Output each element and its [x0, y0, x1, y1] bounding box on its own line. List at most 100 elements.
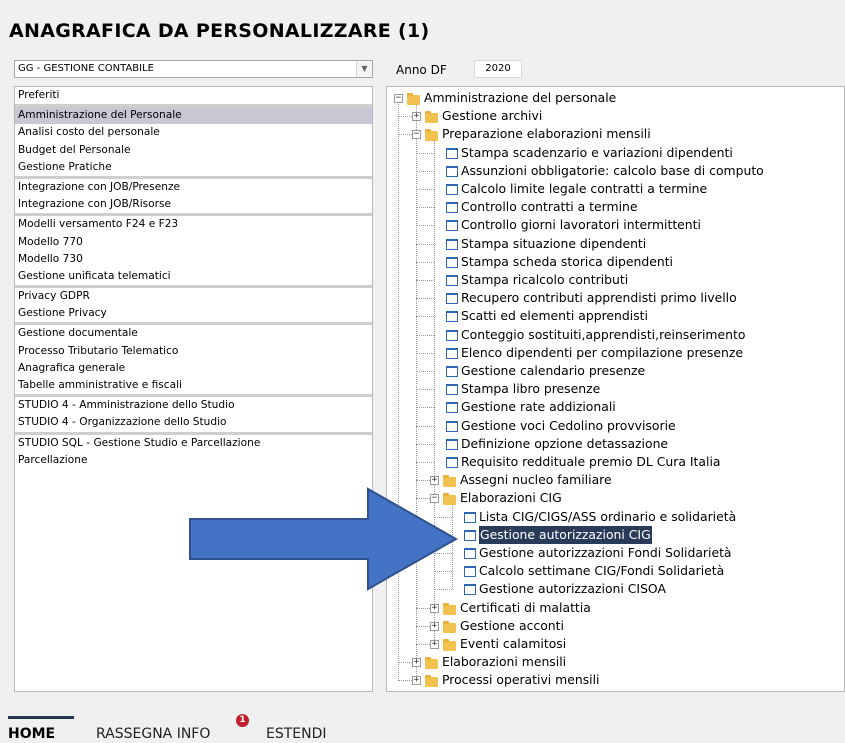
tree-folder-item[interactable]: Amministrazione del personale: [424, 89, 616, 107]
tree-menu-item[interactable]: Gestione autorizzazioni CIG: [479, 525, 652, 544]
tree-guide-line: [416, 207, 434, 209]
module-list-item[interactable]: STUDIO SQL - Gestione Studio e Parcellaz…: [15, 435, 372, 452]
tab-estendi[interactable]: ESTENDI: [266, 726, 327, 742]
tree-menu-item[interactable]: Controllo giorni lavoratori intermittent…: [461, 216, 701, 234]
tree-menu-item[interactable]: Stampa ricalcolo contributi: [461, 271, 628, 289]
tree-menu-item[interactable]: Scatti ed elementi apprendisti: [461, 307, 648, 325]
chevron-down-icon[interactable]: ▼: [356, 61, 372, 77]
folder-icon: [425, 675, 438, 688]
module-list-item[interactable]: Analisi costo del personale: [15, 124, 372, 141]
document-icon: [446, 457, 458, 468]
module-list-item[interactable]: Gestione unificata telematici: [15, 268, 372, 289]
module-list-item[interactable]: Gestione Pratiche: [15, 159, 372, 179]
module-list-item[interactable]: STUDIO 4 - Amministrazione dello Studio: [15, 397, 372, 414]
tree-guide-line: [416, 225, 434, 227]
tree-menu-item[interactable]: Recupero contributi apprendisti primo li…: [461, 289, 737, 307]
anno-df-field[interactable]: 2020: [474, 60, 522, 78]
folder-icon: [425, 129, 438, 142]
tree-menu-item[interactable]: Stampa situazione dipendenti: [461, 235, 646, 253]
module-list-item[interactable]: Amministrazione del Personale: [15, 107, 372, 125]
module-list-item[interactable]: Budget del Personale: [15, 142, 372, 159]
tree-item-label: Gestione autorizzazioni Fondi Solidariet…: [479, 545, 732, 560]
expand-icon[interactable]: +: [430, 476, 439, 486]
tree-guide-line: [416, 443, 434, 445]
expand-icon[interactable]: +: [430, 621, 439, 631]
tree-item-label: Lista CIG/CIGS/ASS ordinario e solidarie…: [479, 508, 737, 524]
module-list-item[interactable]: STUDIO 4 - Organizzazione dello Studio: [15, 414, 372, 435]
document-icon: [446, 329, 458, 341]
tree-menu-item[interactable]: Definizione opzione detassazione: [461, 435, 668, 453]
tree-item-label: Requisito reddituale premio DL Cura Ital…: [461, 454, 721, 469]
module-list-item[interactable]: Modello 770: [15, 234, 372, 251]
module-list-item[interactable]: Anagrafica generale: [15, 360, 372, 377]
module-list-item[interactable]: Modelli versamento F24 e F23: [15, 216, 372, 233]
module-list-item[interactable]: Parcellazione: [15, 452, 372, 469]
tab-home[interactable]: HOME: [8, 726, 55, 742]
expand-icon[interactable]: +: [430, 603, 439, 613]
collapse-icon[interactable]: −: [412, 130, 421, 140]
tree-folder-item[interactable]: Gestione acconti: [460, 617, 564, 635]
tree-menu-item[interactable]: Requisito reddituale premio DL Cura Ital…: [461, 453, 720, 471]
tree-menu-item[interactable]: Gestione autorizzazioni Fondi Solidariet…: [479, 544, 732, 562]
tree-guide-line: [416, 243, 434, 245]
module-list-item[interactable]: Gestione Privacy: [15, 305, 372, 326]
tree-item-label: Gestione rate addizionali: [461, 399, 616, 415]
tree-folder-item[interactable]: Eventi calamitosi: [460, 635, 566, 653]
home-tab-underline: [8, 716, 74, 719]
tree-menu-item[interactable]: Elenco dipendenti per compilazione prese…: [461, 344, 743, 362]
document-icon: [446, 165, 458, 177]
tree-menu-item[interactable]: Gestione calendario presenze: [461, 362, 645, 380]
tree-guide-line: [416, 316, 434, 318]
tree-folder-item[interactable]: Elaborazioni mensili: [442, 653, 566, 671]
module-list-item[interactable]: Privacy GDPR: [15, 288, 372, 305]
module-list-item[interactable]: Processo Tributario Telematico: [15, 343, 372, 360]
tree-item-label: Calcolo settimane CIG/Fondi Solidarietà: [479, 563, 725, 579]
folder-icon: [407, 93, 420, 105]
folder-icon: [443, 602, 456, 615]
tree-item-label: Calcolo limite legale contratti a termin…: [461, 181, 708, 196]
module-list-item[interactable]: Integrazione con JOB/Presenze: [15, 179, 372, 196]
tree-menu-item[interactable]: Stampa libro presenze: [461, 380, 600, 398]
tree-folder-item[interactable]: Preparazione elaborazioni mensili: [442, 125, 651, 143]
collapse-icon[interactable]: −: [394, 94, 403, 103]
tree-folder-item[interactable]: Gestione archivi: [442, 107, 542, 125]
folder-icon: [425, 657, 438, 670]
expand-icon[interactable]: +: [412, 658, 421, 668]
tree-guide-line: [416, 407, 434, 409]
tree-menu-item[interactable]: Stampa scadenzario e variazioni dipenden…: [461, 144, 733, 162]
module-list-item[interactable]: Tabelle amministrative e fiscali: [15, 377, 372, 398]
tree-folder-item[interactable]: Certificati di malattia: [460, 599, 591, 617]
tree-item-label: Elaborazioni CIG: [460, 490, 562, 506]
folder-icon: [425, 111, 438, 124]
expand-icon[interactable]: +: [412, 676, 421, 686]
page-title: ANAGRAFICA DA PERSONALIZZARE (1): [9, 20, 430, 42]
tree-item-label: Eventi calamitosi: [460, 636, 567, 651]
tree-folder-item[interactable]: Processi operativi mensili: [442, 671, 599, 689]
module-list-item[interactable]: Gestione documentale: [15, 325, 372, 342]
tree-menu-item[interactable]: Assunzioni obbligatorie: calcolo base di…: [461, 162, 764, 180]
tree-menu-item[interactable]: Gestione rate addizionali: [461, 398, 616, 416]
expand-icon[interactable]: +: [412, 112, 421, 122]
tree-folder-item[interactable]: Elaborazioni CIG: [460, 489, 562, 507]
menu-tree: − Amministrazione del personale + Gestione …: [386, 86, 845, 692]
tree-menu-item[interactable]: Calcolo limite legale contratti a termin…: [461, 180, 707, 198]
tree-menu-item[interactable]: Conteggio sostituiti,apprendisti,reinser…: [461, 326, 745, 344]
module-select[interactable]: GG - GESTIONE CONTABILE ▼: [14, 60, 373, 78]
tree-folder-item[interactable]: Assegni nucleo familiare: [460, 471, 612, 489]
document-icon: [446, 147, 458, 159]
tree-menu-item[interactable]: Gestione autorizzazioni CISOA: [479, 580, 666, 598]
expand-icon[interactable]: +: [430, 640, 439, 649]
tree-guide-line: [416, 152, 434, 154]
tree-menu-item[interactable]: Controllo contratti a termine: [461, 198, 638, 216]
tree-item-label: Stampa scadenzario e variazioni dipenden…: [461, 144, 733, 160]
tree-menu-item[interactable]: Calcolo settimane CIG/Fondi Solidarietà: [479, 562, 724, 580]
tree-item-label: Assunzioni obbligatorie: calcolo base di…: [461, 162, 764, 178]
module-list-item[interactable]: Integrazione con JOB/Risorse: [15, 196, 372, 217]
tab-rassegna-info[interactable]: RASSEGNA INFO: [96, 726, 210, 742]
module-list-item[interactable]: Preferiti: [15, 87, 372, 108]
tree-menu-item[interactable]: Lista CIG/CIGS/ASS ordinario e solidarie…: [479, 508, 736, 526]
tree-menu-item[interactable]: Stampa scheda storica dipendenti: [461, 253, 673, 271]
module-list-item[interactable]: Modello 730: [15, 251, 372, 268]
tree-item-label: Amministrazione del personale: [424, 90, 617, 105]
tree-menu-item[interactable]: Gestione voci Cedolino provvisorie: [461, 417, 676, 435]
